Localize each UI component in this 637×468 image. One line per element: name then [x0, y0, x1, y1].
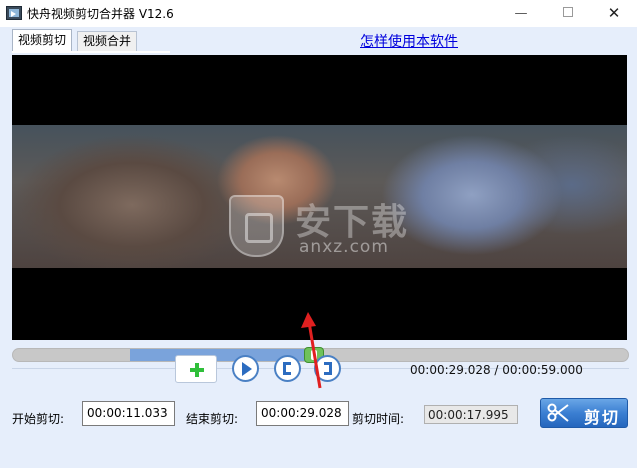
bracket-left-icon [283, 362, 291, 375]
tab-video-merge[interactable]: 视频合并 [77, 31, 138, 51]
shield-icon [229, 195, 284, 257]
start-label: 开始剪切: [12, 412, 65, 426]
mark-in-button[interactable] [274, 355, 301, 382]
maximize-icon [563, 7, 573, 17]
client-area: 视频剪切 视频合并 怎样使用本软件 安下载 anxz.com 00:00:29.… [0, 27, 637, 468]
help-link[interactable]: 怎样使用本软件 [360, 31, 458, 51]
tab-video-cut[interactable]: 视频剪切 [12, 29, 73, 52]
mark-out-button[interactable] [314, 355, 341, 382]
cut-button-label: 剪切 [584, 408, 621, 427]
scissors-icon [547, 403, 569, 422]
cut-button[interactable]: 剪切 [540, 398, 628, 428]
end-label: 结束剪切: [186, 412, 239, 426]
duration-label: 剪切时间: [352, 412, 405, 426]
close-button[interactable]: ✕ [591, 0, 637, 27]
video-preview[interactable]: 安下载 anxz.com [12, 55, 627, 340]
minimize-button[interactable]: — [498, 0, 544, 27]
app-icon [6, 6, 22, 20]
video-frame: 安下载 anxz.com [12, 125, 627, 268]
maximize-button[interactable] [545, 0, 591, 27]
start-time-input[interactable]: 00:00:11.033 [82, 401, 175, 426]
watermark: 安下载 anxz.com [217, 185, 437, 265]
watermark-subtext: anxz.com [299, 237, 389, 257]
play-button[interactable] [232, 355, 259, 382]
title-bar: 快舟视频剪切合并器 V12.6 — ✕ [0, 0, 637, 27]
time-display: 00:00:29.028 / 00:00:59.000 [410, 363, 583, 377]
end-time-input[interactable]: 00:00:29.028 [256, 401, 349, 426]
window-title: 快舟视频剪切合并器 V12.6 [27, 7, 174, 21]
duration-value: 00:00:17.995 [424, 405, 518, 424]
tab-panel-edge [12, 51, 170, 53]
bracket-right-icon [324, 362, 332, 375]
add-segment-button[interactable] [175, 355, 217, 383]
